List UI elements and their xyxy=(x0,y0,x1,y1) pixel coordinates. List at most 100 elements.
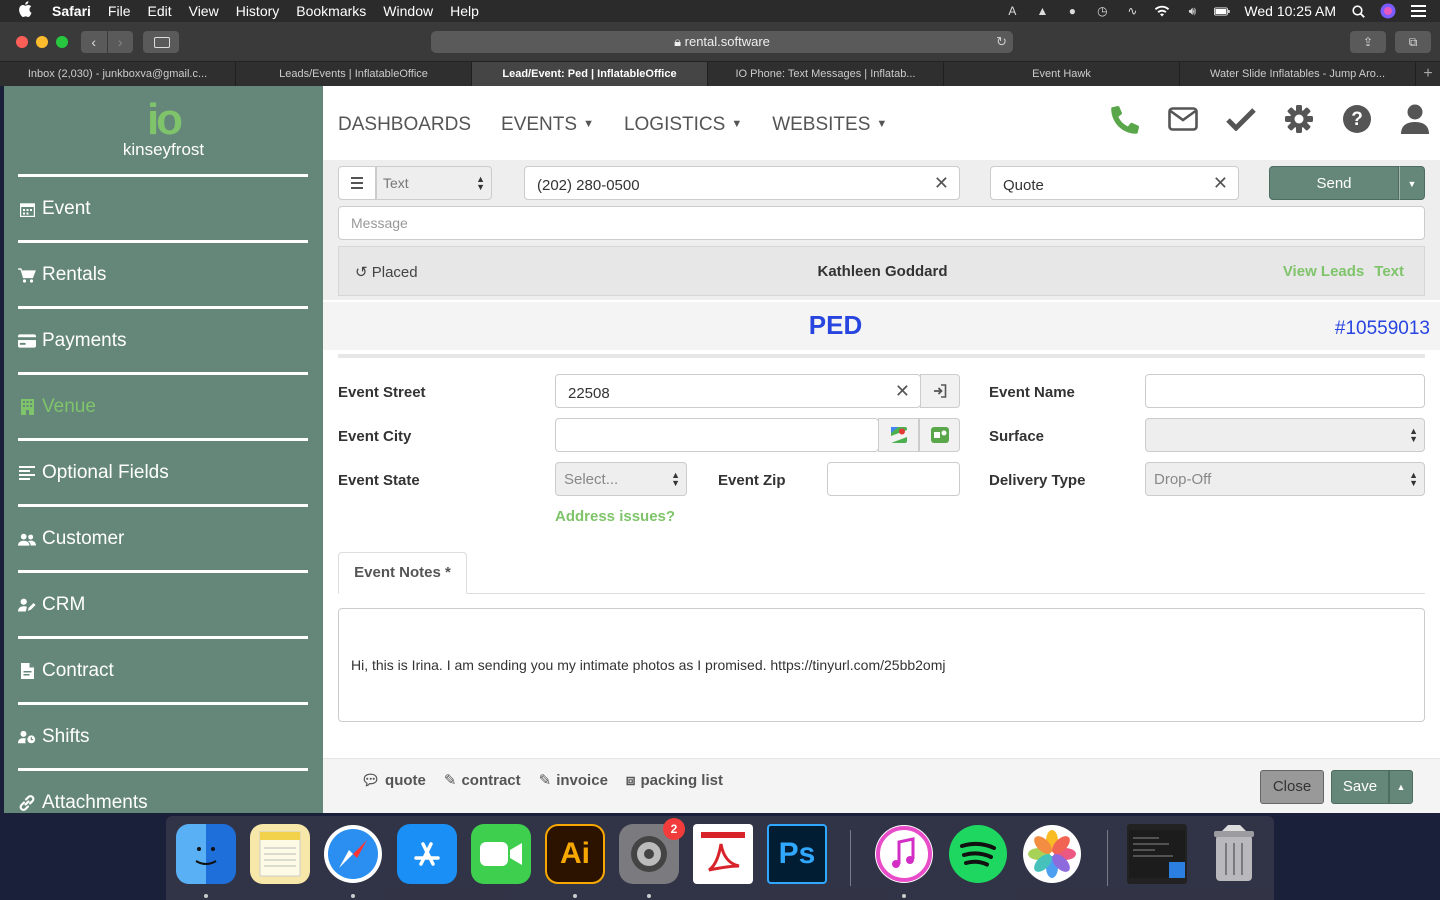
quote-link[interactable]: 💬︎ quote xyxy=(361,771,426,790)
finder-icon[interactable] xyxy=(176,824,236,884)
nav-events[interactable]: EVENTS ▼ xyxy=(501,114,594,136)
share-icon[interactable]: ⇪ xyxy=(1350,31,1386,53)
spotify-icon[interactable] xyxy=(948,824,1008,884)
show-tabs-icon[interactable]: ⧉ xyxy=(1395,31,1431,53)
clear-icon[interactable]: ✕ xyxy=(1213,173,1228,194)
menu-view[interactable]: View xyxy=(189,3,219,19)
clear-icon[interactable]: ✕ xyxy=(934,173,949,194)
tab-leads-events[interactable]: Leads/Events | InflatableOffice xyxy=(236,62,472,86)
new-tab-icon[interactable]: + xyxy=(1416,62,1440,86)
event-name-input[interactable] xyxy=(1145,374,1425,408)
sidebar-item-customer[interactable]: Customer xyxy=(18,524,308,554)
photoshop-icon[interactable]: Ps xyxy=(767,824,827,884)
address-issues-link[interactable]: Address issues? xyxy=(555,508,675,525)
window-close-button[interactable] xyxy=(16,36,28,48)
notification-center-icon[interactable] xyxy=(1410,4,1426,18)
siri-icon[interactable] xyxy=(1380,3,1396,19)
tab-event-hawk[interactable]: Event Hawk xyxy=(944,62,1180,86)
nav-websites[interactable]: WEBSITES ▼ xyxy=(772,114,887,136)
sidebar-item-attachments[interactable]: Attachments xyxy=(18,788,308,813)
message-type-select[interactable]: Text ▲ ▼ xyxy=(376,166,492,200)
alert-status-icon[interactable]: ▲ xyxy=(1034,4,1050,18)
sidebar-item-rentals[interactable]: Rentals xyxy=(18,260,308,290)
help-icon[interactable]: ? xyxy=(1342,104,1372,134)
phone-icon[interactable] xyxy=(1110,104,1140,134)
sign-in-icon[interactable] xyxy=(920,374,960,408)
app-store-icon[interactable] xyxy=(397,824,457,884)
phone-number-input[interactable]: (202) 280-0500 ✕ xyxy=(524,166,960,200)
nav-dashboards[interactable]: DASHBOARDS xyxy=(338,114,471,136)
google-maps-icon[interactable] xyxy=(878,418,919,452)
event-number[interactable]: #10559013 xyxy=(1335,318,1430,340)
menu-edit[interactable]: Edit xyxy=(147,3,171,19)
send-button[interactable]: Send xyxy=(1269,166,1399,200)
zip-input[interactable] xyxy=(827,462,960,496)
send-dropdown-icon[interactable]: ▼ xyxy=(1399,166,1425,200)
trash-icon[interactable] xyxy=(1204,824,1264,884)
sidebar-item-venue[interactable]: Venue xyxy=(18,392,308,422)
notes-icon[interactable] xyxy=(250,824,310,884)
photos-icon[interactable] xyxy=(1022,824,1082,884)
reload-icon[interactable]: ↻ xyxy=(996,31,1007,53)
envelope-icon[interactable] xyxy=(1168,104,1198,134)
forward-icon[interactable]: › xyxy=(106,31,134,53)
contract-link[interactable]: ✎ contract xyxy=(444,771,521,790)
state-select[interactable]: Select... ▲ ▼ xyxy=(555,462,687,496)
gear-icon[interactable] xyxy=(1284,104,1314,134)
tab-water-slide[interactable]: Water Slide Inflatables - Jump Aro... xyxy=(1180,62,1416,86)
menu-window[interactable]: Window xyxy=(383,3,433,19)
facetime-icon[interactable] xyxy=(471,824,531,884)
text-link[interactable]: Text xyxy=(1374,263,1404,280)
tab-event-notes[interactable]: Event Notes * xyxy=(338,552,467,594)
window-zoom-button[interactable] xyxy=(56,36,68,48)
spotlight-search-icon[interactable] xyxy=(1350,4,1366,18)
city-input[interactable] xyxy=(555,418,879,452)
itunes-icon[interactable] xyxy=(874,824,934,884)
terminal-window-thumbnail[interactable] xyxy=(1127,824,1187,884)
message-input[interactable]: Message xyxy=(338,206,1425,240)
sidebar-item-shifts[interactable]: Shifts xyxy=(18,722,308,752)
packing-list-link[interactable]: ⧈ packing list xyxy=(626,771,723,789)
sync-status-icon[interactable]: ● xyxy=(1064,4,1080,18)
sidebar-item-contract[interactable]: Contract xyxy=(18,656,308,686)
sidebar-toggle-icon[interactable] xyxy=(143,31,179,53)
adobe-status-icon[interactable]: A xyxy=(1004,4,1020,18)
close-button[interactable]: Close xyxy=(1260,770,1324,804)
invoice-link[interactable]: ✎ invoice xyxy=(539,771,608,790)
activity-icon[interactable]: ∿ xyxy=(1124,4,1140,18)
tab-lead-event-ped[interactable]: Lead/Event: Ped | InflatableOffice xyxy=(472,62,708,86)
sidebar-item-payments[interactable]: Payments xyxy=(18,326,308,356)
street-input[interactable]: 22508 ✕ xyxy=(555,374,921,408)
check-icon[interactable] xyxy=(1226,104,1256,134)
battery-icon[interactable] xyxy=(1214,4,1231,18)
system-preferences-icon[interactable]: 2 xyxy=(619,818,685,884)
save-button[interactable]: Save xyxy=(1331,770,1389,804)
nav-logistics[interactable]: LOGISTICS ▼ xyxy=(624,114,742,136)
clear-icon[interactable]: ✕ xyxy=(895,381,910,402)
logo[interactable]: io kinseyfrost xyxy=(4,98,323,160)
sidebar-item-optional-fields[interactable]: Optional Fields xyxy=(18,458,308,488)
delivery-type-select[interactable]: Drop-Off ▲ ▼ xyxy=(1145,462,1425,496)
clock[interactable]: Wed 10:25 AM xyxy=(1244,3,1336,19)
acrobat-icon[interactable] xyxy=(693,824,753,884)
surface-select[interactable]: ▲ ▼ xyxy=(1145,418,1425,452)
tab-io-phone[interactable]: IO Phone: Text Messages | Inflatab... xyxy=(708,62,944,86)
tab-inbox[interactable]: Inbox (2,030) - junkboxva@gmail.c... xyxy=(0,62,236,86)
sidebar-item-event[interactable]: Event xyxy=(18,194,308,224)
view-leads-link[interactable]: View Leads xyxy=(1283,263,1364,280)
apple-menu-icon[interactable] xyxy=(18,0,38,22)
menu-app-name[interactable]: Safari xyxy=(52,3,91,19)
back-icon[interactable]: ‹ xyxy=(81,31,107,53)
address-bar[interactable]: 🔒︎ rental.software ↻ xyxy=(431,31,1013,53)
sidebar-item-crm[interactable]: CRM xyxy=(18,590,308,620)
map-marker-icon[interactable] xyxy=(919,418,960,452)
illustrator-icon[interactable]: Ai xyxy=(545,824,605,884)
window-minimize-button[interactable] xyxy=(36,36,48,48)
safari-icon[interactable] xyxy=(323,824,383,884)
menu-bookmarks[interactable]: Bookmarks xyxy=(296,3,366,19)
volume-icon[interactable]: 🔊︎ xyxy=(1184,4,1200,18)
menu-icon[interactable] xyxy=(338,166,376,200)
user-icon[interactable] xyxy=(1400,104,1430,134)
wifi-icon[interactable] xyxy=(1154,4,1170,18)
save-dropdown-icon[interactable]: ▲ xyxy=(1389,770,1413,804)
